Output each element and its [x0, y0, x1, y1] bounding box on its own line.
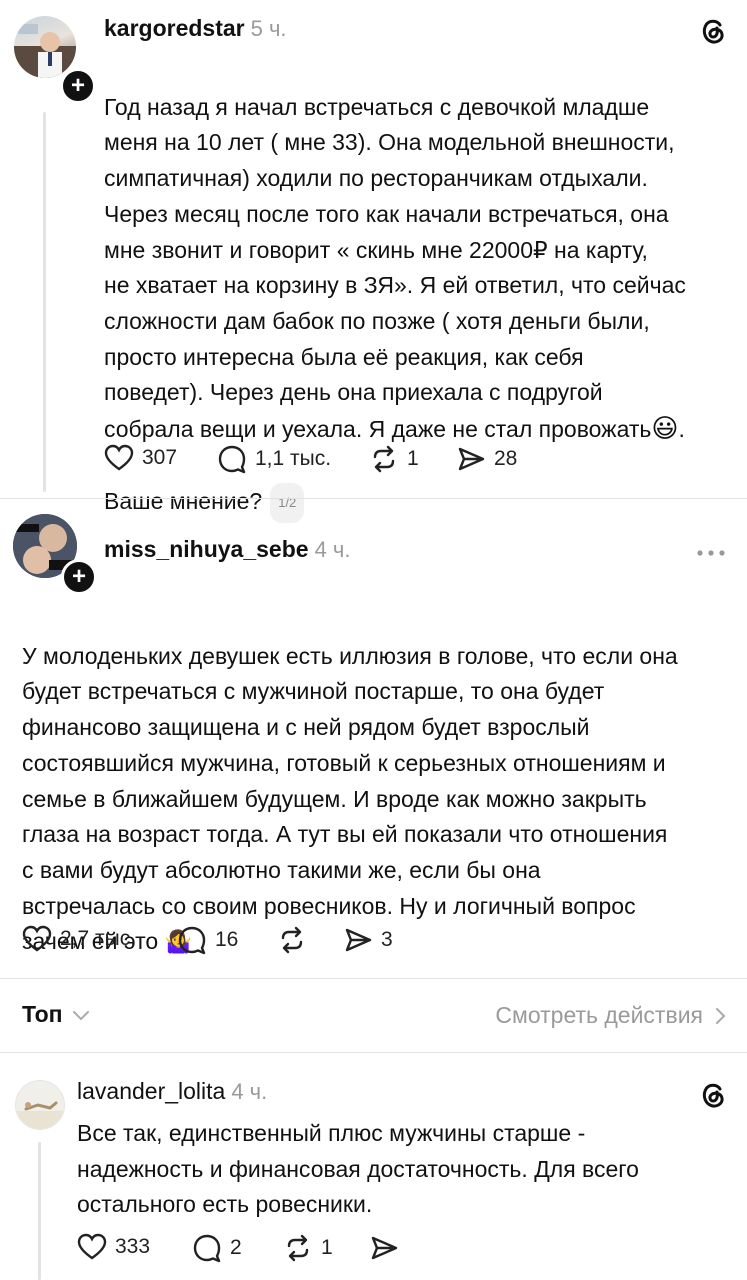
share-button[interactable]: 28	[456, 444, 517, 474]
username[interactable]: lavander_lolita	[77, 1078, 225, 1104]
share-button[interactable]: 3	[343, 925, 393, 955]
reply-button[interactable]: 16	[177, 925, 238, 955]
more-icon[interactable]	[696, 544, 726, 562]
timestamp: 4 ч.	[231, 1079, 268, 1104]
post-text: Год назад я начал встречаться с девочкой…	[104, 54, 734, 524]
timestamp: 4 ч.	[314, 537, 351, 562]
reply-count: 16	[215, 928, 239, 951]
sort-label: Топ	[22, 1001, 63, 1027]
reply-button[interactable]: 1,1 тыс.	[217, 444, 331, 474]
share-icon	[371, 1236, 398, 1260]
timestamp: 5 ч.	[250, 16, 287, 41]
post-text-main: Год назад я начал встречаться с девочкой…	[104, 93, 686, 443]
reply-header: miss_nihuya_sebe 4 ч.	[104, 536, 350, 563]
repost-icon	[287, 1234, 309, 1262]
repost-count: 1	[321, 1236, 333, 1259]
reply-text: У молоденьких девушек есть иллюзия в гол…	[22, 603, 742, 960]
like-count: 307	[142, 446, 178, 469]
repost-icon	[281, 926, 303, 954]
username[interactable]: kargoredstar	[104, 15, 245, 41]
avatar[interactable]	[15, 1080, 65, 1130]
follow-plus-icon[interactable]: +	[60, 68, 96, 104]
chevron-down-icon	[72, 1010, 89, 1020]
smile-emoji: 😃	[651, 413, 679, 444]
post-text-end: Ваше мнение?	[104, 488, 263, 515]
share-icon	[345, 928, 372, 952]
post-header: kargoredstar 5 ч.	[104, 15, 287, 42]
heart-icon	[22, 925, 52, 952]
username[interactable]: miss_nihuya_sebe	[104, 536, 309, 562]
reply-count: 2	[230, 1236, 242, 1259]
comment-icon	[178, 926, 206, 955]
chevron-right-icon	[716, 1007, 726, 1024]
page-badge[interactable]: 1/2	[270, 483, 305, 524]
share-icon	[458, 447, 485, 471]
divider	[0, 978, 747, 979]
repost-button[interactable]	[277, 925, 315, 955]
reply-text: Все так, единственный плюс мужчины старш…	[77, 1120, 639, 1218]
thread-line	[43, 112, 46, 492]
reply-text-main: У молоденьких девушек есть иллюзия в гол…	[22, 642, 678, 955]
comment-icon	[193, 1234, 221, 1263]
repost-button[interactable]: 1	[369, 444, 419, 474]
divider	[0, 1052, 747, 1053]
reply-header: lavander_lolita 4 ч.	[77, 1078, 267, 1105]
sort-dropdown[interactable]: Топ	[22, 1001, 91, 1028]
repost-icon	[373, 445, 395, 473]
repost-count: 1	[407, 447, 419, 470]
follow-plus-icon[interactable]: +	[61, 559, 97, 595]
view-activity-link[interactable]: Смотреть действия	[495, 1002, 727, 1029]
heart-icon	[104, 444, 134, 471]
comment-icon	[218, 445, 246, 474]
divider	[0, 498, 747, 499]
like-button[interactable]: 2,7 тыс.	[22, 925, 136, 953]
like-button[interactable]: 307	[104, 444, 177, 472]
like-count: 2,7 тыс.	[60, 927, 137, 950]
reply-count: 1,1 тыс.	[255, 447, 332, 470]
share-count: 3	[381, 928, 393, 951]
heart-icon	[77, 1233, 107, 1260]
like-count: 333	[115, 1235, 151, 1258]
threads-logo-icon[interactable]	[698, 1080, 728, 1115]
share-count: 28	[494, 447, 518, 470]
avatar[interactable]	[14, 16, 76, 78]
reply-button[interactable]: 2	[192, 1233, 242, 1263]
view-activity-label: Смотреть действия	[495, 1002, 703, 1028]
share-button[interactable]	[369, 1233, 407, 1263]
thread-line	[38, 1142, 41, 1280]
threads-logo-icon[interactable]	[698, 16, 728, 51]
like-button[interactable]: 333	[77, 1233, 150, 1261]
repost-button[interactable]: 1	[283, 1233, 333, 1263]
